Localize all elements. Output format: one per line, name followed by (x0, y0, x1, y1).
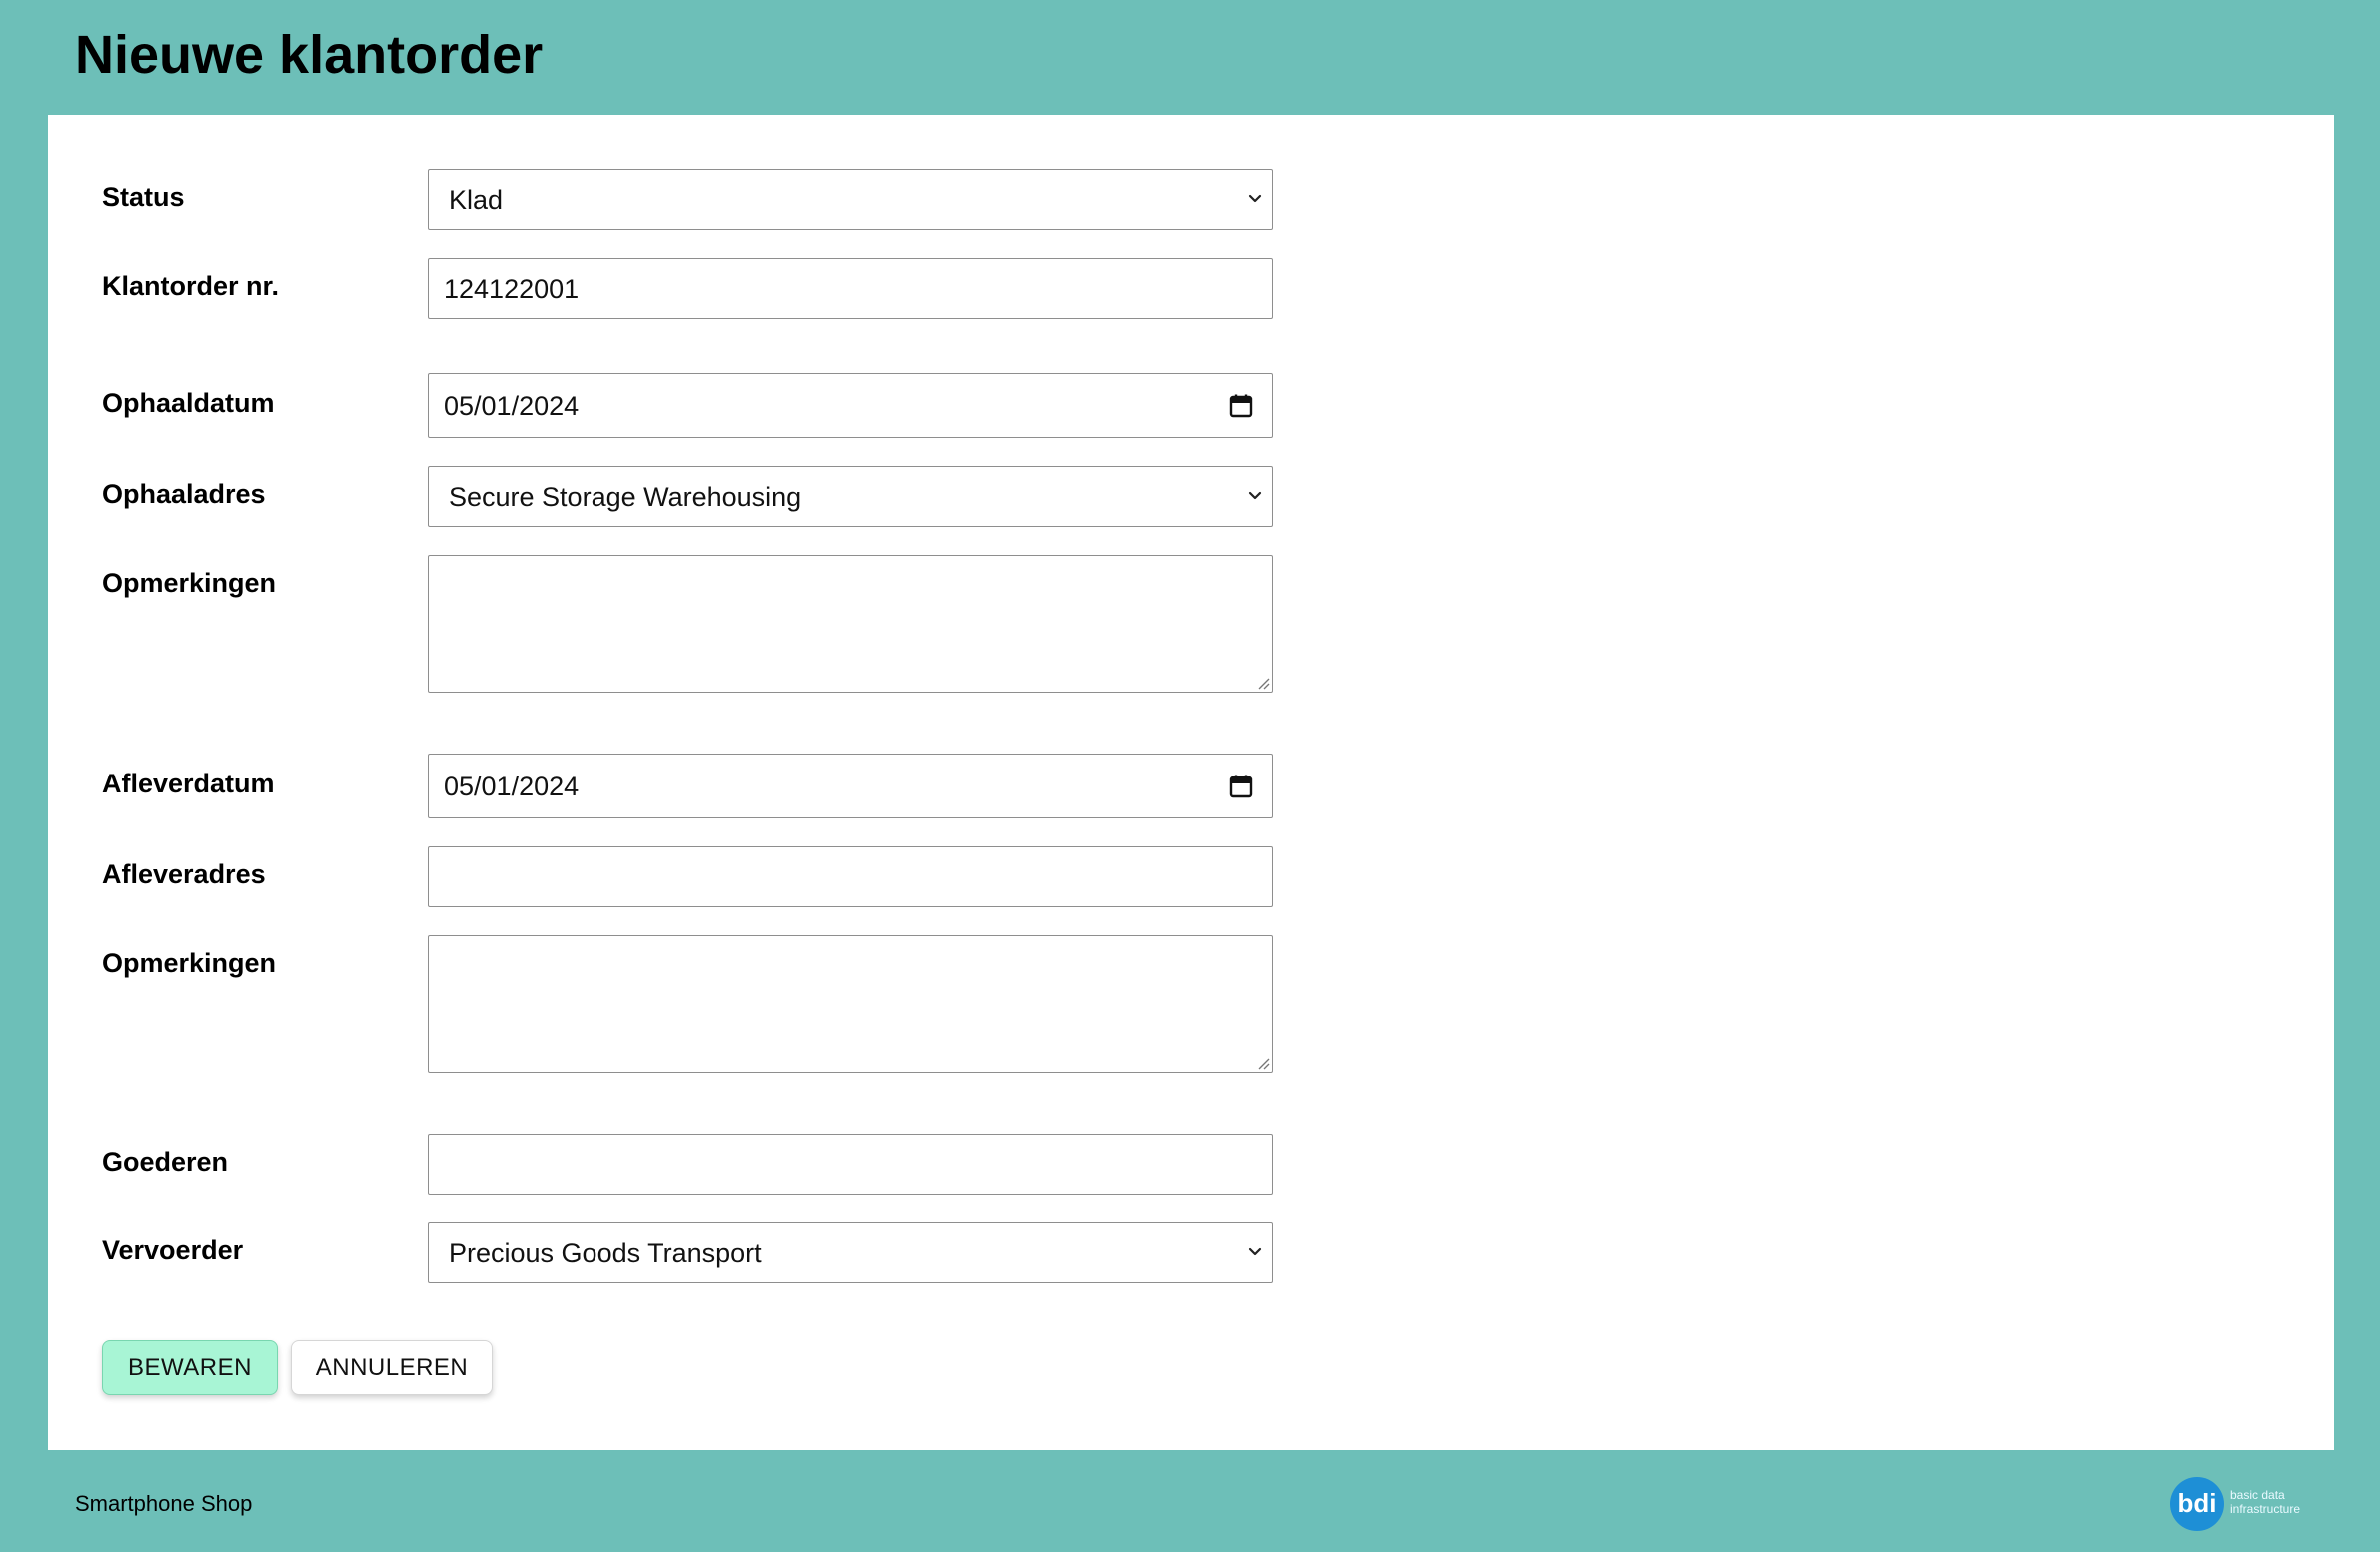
bdi-logo-text: basic data infrastructure (2230, 1488, 2301, 1516)
delivery-address-row: Afleveradres (102, 846, 1273, 907)
chevron-down-icon (1248, 491, 1262, 500)
delivery-address-label: Afleveradres (102, 859, 266, 889)
delivery-address-input[interactable] (428, 846, 1273, 907)
delivery-date-label: Afleverdatum (102, 769, 275, 798)
pickup-address-value: Secure Storage Warehousing (449, 482, 802, 512)
status-select[interactable]: Klad (428, 169, 1273, 230)
chevron-down-icon (1248, 1247, 1262, 1256)
footer-shop-name: Smartphone Shop (75, 1491, 253, 1516)
resize-grip-icon[interactable] (1256, 1056, 1270, 1070)
resize-grip-icon[interactable] (1256, 676, 1270, 690)
pickup-date-input[interactable]: 05/01/2024 (428, 373, 1273, 438)
goods-row: Goederen (102, 1134, 1273, 1195)
carrier-value: Precious Goods Transport (449, 1238, 762, 1268)
pickup-address-row: Ophaaladres Secure Storage Warehousing (102, 466, 1273, 527)
status-label: Status (102, 182, 185, 212)
goods-label: Goederen (102, 1147, 229, 1177)
order-number-row: Klantorder nr. 124122001 (102, 258, 1273, 319)
delivery-date-row: Afleverdatum 05/01/2024 (102, 754, 1273, 818)
pickup-remarks-label: Opmerkingen (102, 568, 277, 598)
pickup-remarks-textarea[interactable] (428, 555, 1273, 693)
order-form-card: Status Klad Klantorder nr. 124122001 Oph… (48, 115, 2334, 1450)
delivery-remarks-label: Opmerkingen (102, 948, 277, 978)
order-number-input[interactable]: 124122001 (428, 258, 1273, 319)
order-number-label: Klantorder nr. (102, 271, 280, 301)
pickup-date-row: Ophaaldatum 05/01/2024 (102, 373, 1273, 438)
bdi-logo-mark: bdi (2170, 1477, 2224, 1531)
page-title: Nieuwe klantorder (75, 25, 544, 85)
carrier-select[interactable]: Precious Goods Transport (428, 1222, 1273, 1283)
carrier-label: Vervoerder (102, 1235, 244, 1265)
status-select-value: Klad (449, 185, 504, 215)
delivery-remarks-textarea[interactable] (428, 935, 1273, 1073)
calendar-icon[interactable] (1228, 774, 1254, 799)
delivery-date-input[interactable]: 05/01/2024 (428, 754, 1273, 818)
carrier-row: Vervoerder Precious Goods Transport (102, 1222, 1273, 1283)
calendar-icon[interactable] (1228, 393, 1254, 419)
chevron-down-icon (1248, 194, 1262, 203)
delivery-date-value: 05/01/2024 (444, 772, 580, 801)
pickup-remarks-row: Opmerkingen (102, 555, 1273, 693)
bdi-logo: bdi basic data infrastructure (2170, 1475, 2310, 1535)
pickup-address-select[interactable]: Secure Storage Warehousing (428, 466, 1273, 527)
delivery-remarks-row: Opmerkingen (102, 935, 1273, 1073)
order-number-value: 124122001 (444, 274, 580, 304)
pickup-date-value: 05/01/2024 (444, 391, 580, 421)
goods-input[interactable] (428, 1134, 1273, 1195)
pickup-address-label: Ophaaladres (102, 479, 266, 509)
status-row: Status Klad (102, 169, 1273, 230)
cancel-button[interactable]: ANNULEREN (291, 1340, 493, 1395)
pickup-date-label: Ophaaldatum (102, 388, 275, 418)
save-button[interactable]: BEWAREN (102, 1340, 278, 1395)
